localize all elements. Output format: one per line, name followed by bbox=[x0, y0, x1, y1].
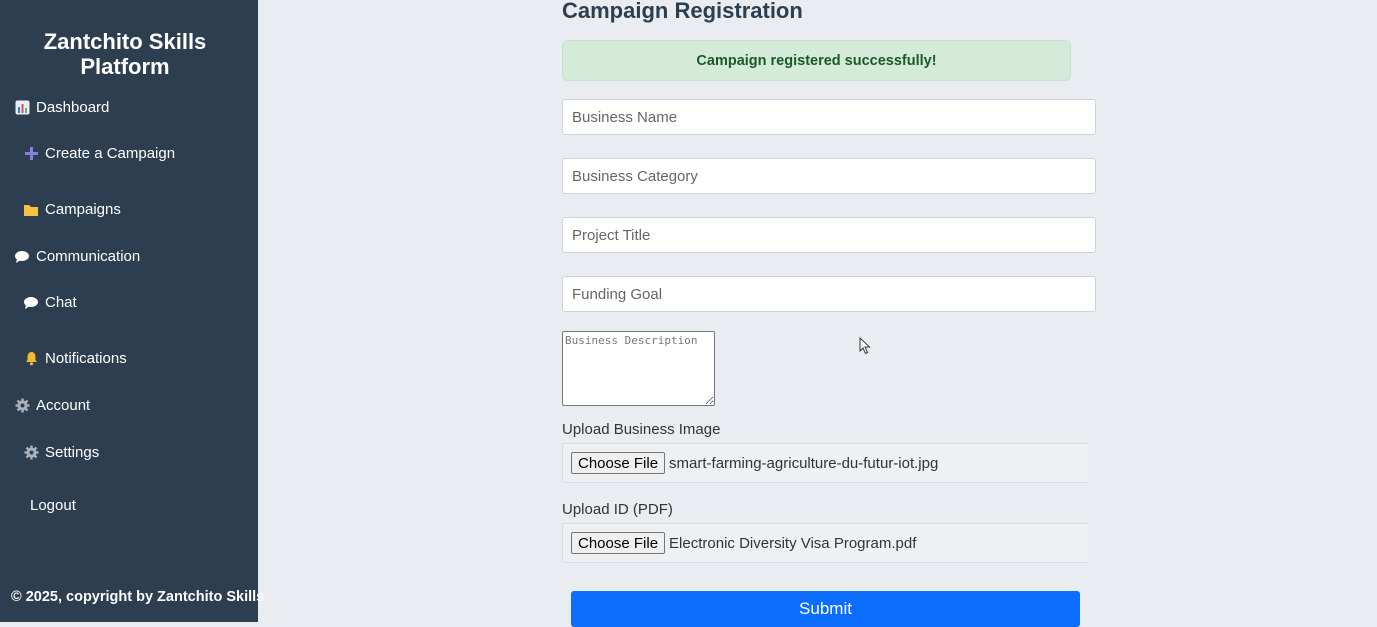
sidebar-item-settings[interactable]: Settings bbox=[23, 444, 99, 461]
sidebar-item-label: Communication bbox=[36, 248, 141, 265]
selected-image-filename: smart-farming-agriculture-du-futur-iot.j… bbox=[669, 454, 939, 472]
funding-goal-input[interactable] bbox=[562, 276, 1096, 312]
upload-image-field: Choose File smart-farming-agriculture-du… bbox=[562, 443, 1088, 483]
sidebar: Zantchito Skills Platform Dashboard Crea… bbox=[0, 0, 258, 622]
choose-image-file-button[interactable]: Choose File bbox=[571, 452, 666, 474]
business-name-input[interactable] bbox=[562, 99, 1096, 135]
footer-copyright: © 2025, copyright by Zantchito Skills bbox=[11, 589, 265, 605]
sidebar-item-label: Settings bbox=[45, 444, 100, 461]
bell-icon bbox=[23, 351, 39, 367]
sidebar-item-dashboard[interactable]: Dashboard bbox=[14, 99, 109, 116]
business-description-textarea[interactable] bbox=[562, 331, 715, 406]
page-title: Campaign Registration bbox=[562, 0, 803, 23]
folder-icon bbox=[23, 202, 39, 218]
sidebar-item-account[interactable]: Account bbox=[14, 397, 90, 414]
sidebar-item-label: Campaigns bbox=[45, 201, 121, 218]
choose-id-file-button[interactable]: Choose File bbox=[571, 532, 666, 554]
plus-icon bbox=[23, 146, 39, 162]
upload-image-label: Upload Business Image bbox=[562, 421, 721, 438]
upload-id-field: Choose File Electronic Diversity Visa Pr… bbox=[562, 523, 1088, 563]
gear-icon bbox=[23, 445, 39, 461]
selected-id-filename: Electronic Diversity Visa Program.pdf bbox=[669, 534, 917, 552]
business-category-input[interactable] bbox=[562, 158, 1096, 194]
chart-icon bbox=[14, 100, 30, 116]
brand-title: Zantchito Skills Platform bbox=[43, 29, 207, 79]
main-content: Campaign Registration Campaign registere… bbox=[258, 0, 1377, 627]
speech-bubble-icon bbox=[14, 249, 30, 265]
success-alert: Campaign registered successfully! bbox=[562, 40, 1071, 81]
project-title-input[interactable] bbox=[562, 217, 1096, 253]
sidebar-item-chat[interactable]: Chat bbox=[23, 294, 77, 311]
sidebar-item-label: Logout bbox=[30, 497, 76, 514]
sidebar-item-label: Notifications bbox=[45, 350, 127, 367]
sidebar-item-label: Create a Campaign bbox=[45, 145, 176, 162]
gear-icon bbox=[14, 398, 30, 414]
sidebar-item-campaigns[interactable]: Campaigns bbox=[23, 201, 121, 218]
sidebar-item-create-campaign[interactable]: Create a Campaign bbox=[23, 145, 175, 162]
sidebar-item-label: Chat bbox=[45, 294, 77, 311]
mouse-cursor-icon bbox=[859, 337, 871, 355]
sidebar-item-notifications[interactable]: Notifications bbox=[23, 350, 127, 367]
speech-bubble-icon bbox=[23, 295, 39, 311]
sidebar-item-label: Dashboard bbox=[36, 99, 110, 116]
sidebar-item-label: Account bbox=[36, 397, 91, 414]
upload-id-label: Upload ID (PDF) bbox=[562, 501, 673, 518]
sidebar-item-logout[interactable]: Logout bbox=[30, 497, 76, 514]
sidebar-item-communication[interactable]: Communication bbox=[14, 248, 140, 265]
